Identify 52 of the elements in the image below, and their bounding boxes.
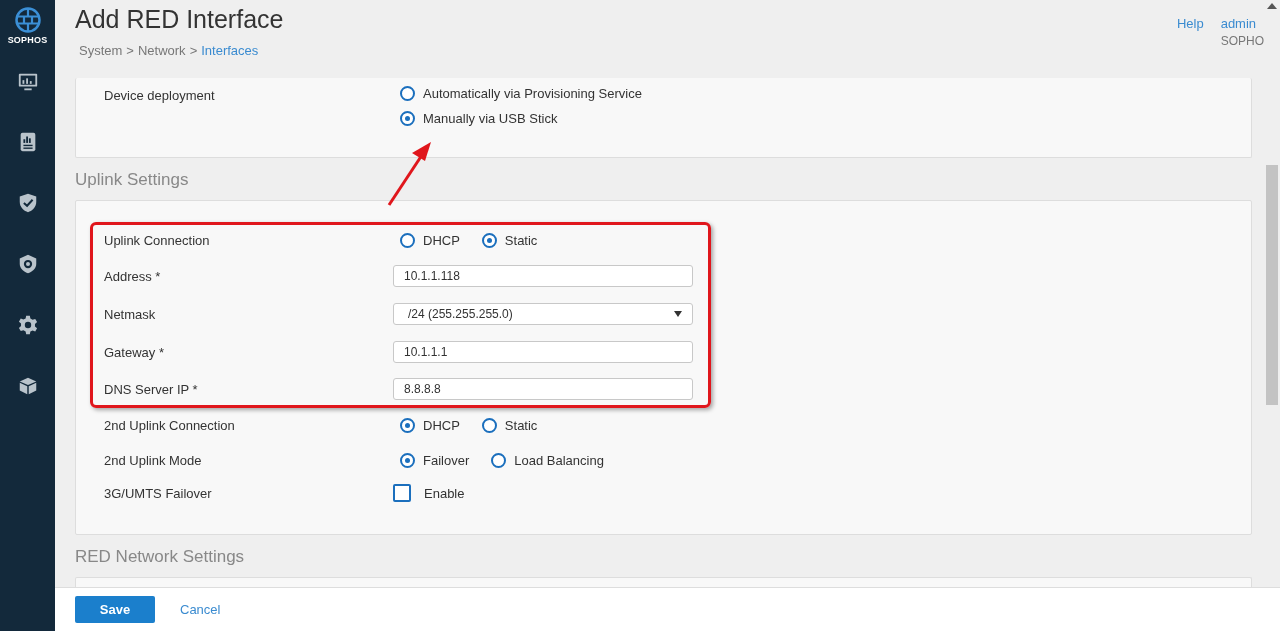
field-label: 2nd Uplink Connection <box>104 417 236 433</box>
radio-label: Load Balancing <box>514 452 604 468</box>
field-label: Gateway * <box>104 344 165 360</box>
field-label: 2nd Uplink Mode <box>104 452 203 468</box>
checkbox-label: Enable <box>424 485 465 501</box>
text-field[interactable]: 8.8.8.8 <box>393 378 693 400</box>
radio-label: Static <box>504 417 538 433</box>
radio-label: Automatically via Provisioning Service <box>423 86 642 101</box>
section-heading: RED Network Settings <box>75 547 245 567</box>
radio-label: DHCP <box>423 417 460 433</box>
scroll-up-icon[interactable] <box>1267 3 1277 9</box>
user-menu[interactable]: admin <box>1220 16 1264 31</box>
radio-button[interactable] <box>481 417 497 433</box>
radio-button[interactable] <box>400 417 415 433</box>
organization-name: SOPHO <box>1220 34 1264 48</box>
globe-logo-icon <box>14 7 41 33</box>
save-button[interactable]: Save <box>75 596 155 623</box>
breadcrumb-separator: > <box>189 43 198 58</box>
radio-button[interactable] <box>400 232 415 248</box>
dropdown[interactable]: /24 (255.255.255.0) <box>393 303 693 325</box>
settings-icon[interactable] <box>16 313 39 336</box>
radio-button[interactable] <box>400 452 415 468</box>
annotation-arrow <box>387 142 431 206</box>
field-label: 3G/UMTS Failover <box>104 485 213 501</box>
field-label: Device deployment <box>104 87 216 103</box>
cancel-link[interactable]: Cancel <box>180 602 221 617</box>
radio-button[interactable] <box>400 111 415 126</box>
radio-label: Failover <box>423 452 470 468</box>
breadcrumb-item[interactable]: System <box>79 43 123 58</box>
checkbox[interactable] <box>393 484 411 502</box>
section-heading: Uplink Settings <box>75 170 189 190</box>
radio-button[interactable] <box>400 86 415 101</box>
radio-label: Static <box>504 232 538 248</box>
monitor-chart-icon[interactable] <box>16 71 39 93</box>
scrollbar-thumb[interactable] <box>1266 165 1278 405</box>
help-link[interactable]: Help <box>1176 16 1204 31</box>
radio-label: Manually via USB Stick <box>423 111 558 126</box>
field-label: Netmask <box>104 306 157 322</box>
breadcrumb-separator: > <box>126 43 134 58</box>
text-field[interactable]: 10.1.1.118 <box>393 265 693 287</box>
page-title: Add RED Interface <box>75 5 284 34</box>
field-label: Uplink Connection <box>104 232 211 248</box>
field-label: Address * <box>104 268 162 284</box>
radio-button[interactable] <box>481 232 497 248</box>
radio-label: DHCP <box>423 232 460 248</box>
text-field[interactable]: 10.1.1.1 <box>393 341 693 363</box>
caret-icon <box>674 311 682 317</box>
breadcrumb-item[interactable]: Network <box>137 43 186 58</box>
breadcrumb-link[interactable]: Interfaces <box>201 43 259 58</box>
logo-text: SOPHOS <box>7 35 48 45</box>
field-label: DNS Server IP * <box>104 381 199 397</box>
radio-button[interactable] <box>491 452 507 468</box>
